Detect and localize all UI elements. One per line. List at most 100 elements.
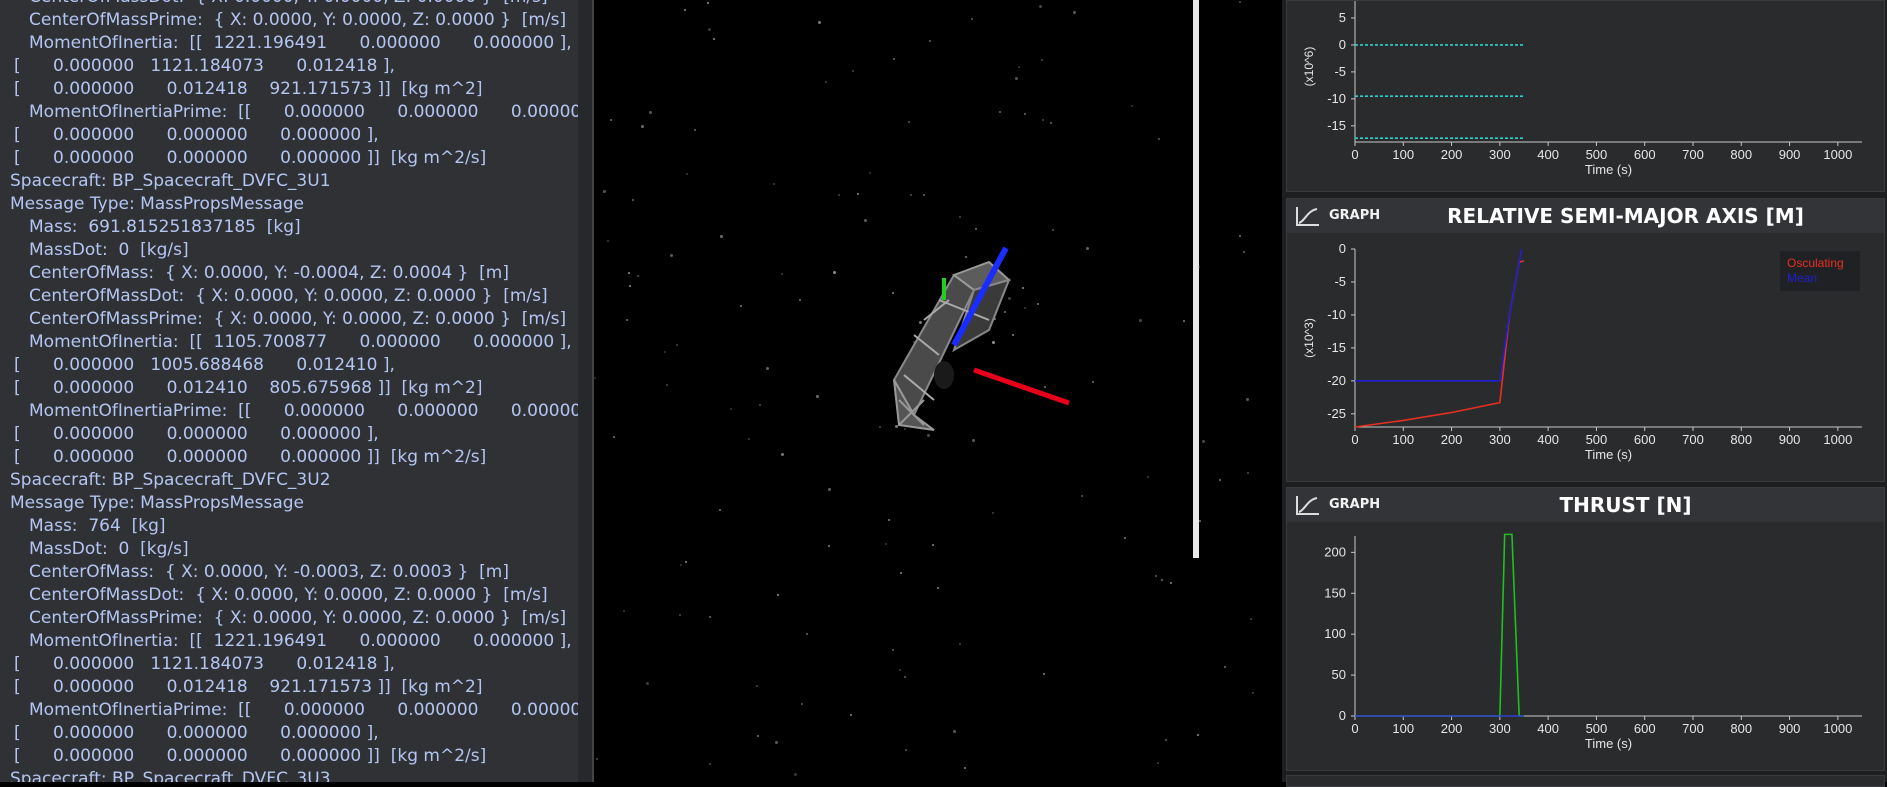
log-line: [ 0.000000 1121.184073 0.012418 ], bbox=[14, 654, 395, 674]
panel-header: GRAPH THRUST [N] bbox=[1287, 488, 1884, 522]
log-line: MomentOfInertia: [[ 1105.700877 0.000000… bbox=[29, 332, 572, 352]
x-tick-label: 500 bbox=[1586, 432, 1608, 447]
panel-header: GRAPH RELATIVE SEMI-MAJOR AXIS [M] bbox=[1287, 199, 1884, 233]
log-line: MassDot: 0 [kg/s] bbox=[29, 539, 189, 559]
thrust-chart: 0 100 200 300 400 500 600 700 800 900 1000 0 50 100 15… bbox=[1324, 533, 1862, 751]
x-tick-label: 600 bbox=[1634, 721, 1656, 736]
x-tick-label: 700 bbox=[1682, 147, 1704, 162]
log-line: [ 0.000000 0.000000 0.000000 ]] [kg m^2/… bbox=[14, 746, 487, 766]
log-line: CenterOfMassPrime: { X: 0.0000, Y: 0.000… bbox=[29, 10, 567, 30]
log-line: Message Type: MassPropsMessage bbox=[10, 194, 305, 214]
log-line: Mass: 691.815251837185 [kg] bbox=[29, 217, 301, 237]
graph-panel-top[interactable]: 0 100 200 300 400 500 600 700 800 900 1000 -15 -10 -5… bbox=[1286, 0, 1885, 192]
graph-panel-thrust[interactable]: GRAPH THRUST [N] 0 100 200 300 400 500 600 700 8… bbox=[1286, 487, 1885, 771]
x-tick-label: 700 bbox=[1682, 432, 1704, 447]
y-tick-label: -25 bbox=[1327, 406, 1346, 421]
x-tick-label: 100 bbox=[1392, 432, 1414, 447]
log-line: CenterOfMassPrime: { X: 0.0000, Y: 0.000… bbox=[29, 309, 567, 329]
x-tick-label: 900 bbox=[1779, 721, 1801, 736]
x-axis-label: Time (s) bbox=[1585, 447, 1632, 462]
x-tick-label: 500 bbox=[1586, 147, 1608, 162]
y-axis-label: (x10^6) bbox=[1302, 47, 1316, 87]
x-tick-label: 0 bbox=[1351, 721, 1358, 736]
y-tick-label: -20 bbox=[1327, 373, 1346, 388]
x-tick-label: 600 bbox=[1634, 147, 1656, 162]
y-tick-label: -15 bbox=[1327, 340, 1346, 355]
log-line: CenterOfMassDot: { X: 0.0000, Y: 0.0000,… bbox=[0, 0, 578, 9]
y-tick-label: -5 bbox=[1334, 274, 1346, 289]
x-tick-label: 1000 bbox=[1823, 432, 1852, 447]
log-line: CenterOfMass: { X: 0.0000, Y: -0.0004, Z… bbox=[29, 263, 510, 283]
x-tick-label: 900 bbox=[1779, 432, 1801, 447]
y-tick-label: -10 bbox=[1327, 307, 1346, 322]
log-line: MomentOfInertiaPrime: [[ 0.000000 0.0000… bbox=[29, 700, 578, 720]
x-tick-label: 300 bbox=[1489, 721, 1511, 736]
x-tick-label: 100 bbox=[1392, 147, 1414, 162]
x-axis-label: Time (s) bbox=[1585, 162, 1632, 177]
log-line: [ 0.000000 0.000000 0.000000 ], bbox=[14, 125, 379, 145]
legend-item: Osculating bbox=[1787, 256, 1844, 270]
y-tick-label: -5 bbox=[1334, 64, 1346, 79]
spacecraft-model[interactable] bbox=[594, 0, 1282, 782]
log-line: [ 0.000000 0.012410 805.675968 ]] [kg m^… bbox=[14, 378, 483, 398]
panel-title: THRUST [N] bbox=[1559, 493, 1692, 517]
y-tick-label: -15 bbox=[1327, 118, 1346, 133]
x-tick-label: 0 bbox=[1351, 147, 1358, 162]
x-tick-label: 400 bbox=[1537, 432, 1559, 447]
x-tick-label: 700 bbox=[1682, 721, 1704, 736]
x-tick-label: 0 bbox=[1351, 432, 1358, 447]
message-log-panel[interactable]: CenterOfMassDot: { X: 0.0000, Y: 0.0000,… bbox=[0, 0, 578, 782]
log-line: [ 0.000000 0.000000 0.000000 ], bbox=[14, 424, 379, 444]
x-tick-label: 100 bbox=[1392, 721, 1414, 736]
log-line: CenterOfMassDot: { X: 0.0000, Y: 0.0000,… bbox=[29, 585, 548, 605]
log-line: Spacecraft: BP_Spacecraft_DVFC_3U2 bbox=[10, 470, 331, 490]
log-line: MomentOfInertia: [[ 1221.196491 0.000000… bbox=[29, 33, 572, 53]
message-log-scrollbar[interactable] bbox=[578, 0, 592, 782]
x-tick-label: 300 bbox=[1489, 147, 1511, 162]
x-tick-label: 400 bbox=[1537, 721, 1559, 736]
x-axis-label: Time (s) bbox=[1585, 736, 1632, 751]
x-tick-label: 900 bbox=[1779, 147, 1801, 162]
log-line: [ 0.000000 0.000000 0.000000 ]] [kg m^2/… bbox=[14, 447, 487, 467]
y-tick-label: 0 bbox=[1339, 37, 1346, 52]
log-line: MomentOfInertiaPrime: [[ 0.000000 0.0000… bbox=[29, 401, 578, 421]
series-line bbox=[1355, 533, 1524, 717]
x-axis-indicator bbox=[973, 367, 1070, 406]
x-tick-label: 1000 bbox=[1823, 147, 1852, 162]
graph-panel-semi-major-axis[interactable]: GRAPH RELATIVE SEMI-MAJOR AXIS [M] 0 100 2… bbox=[1286, 198, 1885, 482]
log-line: Spacecraft: BP_Spacecraft_DVFC_3U1 bbox=[10, 171, 331, 191]
x-tick-label: 500 bbox=[1586, 721, 1608, 736]
x-tick-label: 800 bbox=[1730, 721, 1752, 736]
graph-panel-next[interactable] bbox=[1286, 775, 1885, 787]
y-tick-label: -10 bbox=[1327, 91, 1346, 106]
x-tick-label: 800 bbox=[1730, 432, 1752, 447]
series-line bbox=[1354, 260, 1525, 428]
3d-viewport[interactable] bbox=[594, 0, 1282, 782]
log-line: [ 0.000000 1121.184073 0.012418 ], bbox=[14, 56, 395, 76]
log-line: [ 0.000000 0.000000 0.000000 ]] [kg m^2/… bbox=[14, 148, 487, 168]
spacecraft-body bbox=[892, 260, 1012, 431]
log-line: MomentOfInertia: [[ 1221.196491 0.000000… bbox=[29, 631, 572, 651]
panel-title: RELATIVE SEMI-MAJOR AXIS [M] bbox=[1447, 204, 1804, 228]
log-line: CenterOfMassDot: { X: 0.0000, Y: 0.0000,… bbox=[29, 286, 548, 306]
x-tick-label: 600 bbox=[1634, 432, 1656, 447]
log-line: Spacecraft: BP_Spacecraft_DVFC_3U3 bbox=[10, 769, 331, 782]
message-log-lines: CenterOfMassDot: { X: 0.0000, Y: 0.0000,… bbox=[0, 0, 578, 782]
y-tick-label: 5 bbox=[1339, 10, 1346, 25]
log-line: Mass: 764 [kg] bbox=[29, 516, 166, 536]
y-tick-label: 50 bbox=[1332, 667, 1346, 682]
log-line: Message Type: MassPropsMessage bbox=[10, 493, 305, 513]
x-tick-label: 200 bbox=[1441, 721, 1463, 736]
y-tick-label: 0 bbox=[1339, 708, 1346, 723]
top-chart: 0 100 200 300 400 500 600 700 800 900 1000 -15 -10 -5… bbox=[1302, 1, 1862, 177]
series-line bbox=[1355, 248, 1523, 382]
log-line: CenterOfMass: { X: 0.0000, Y: -0.0003, Z… bbox=[29, 562, 510, 582]
x-tick-label: 400 bbox=[1537, 147, 1559, 162]
y-tick-label: 200 bbox=[1324, 544, 1346, 559]
y-axis-label: (x10^3) bbox=[1302, 318, 1316, 358]
y-tick-label: 150 bbox=[1324, 585, 1346, 600]
y-tick-label: 100 bbox=[1324, 626, 1346, 641]
log-line: [ 0.000000 1005.688468 0.012410 ], bbox=[14, 355, 395, 375]
log-line: CenterOfMassPrime: { X: 0.0000, Y: 0.000… bbox=[29, 608, 567, 628]
x-tick-label: 1000 bbox=[1823, 721, 1852, 736]
